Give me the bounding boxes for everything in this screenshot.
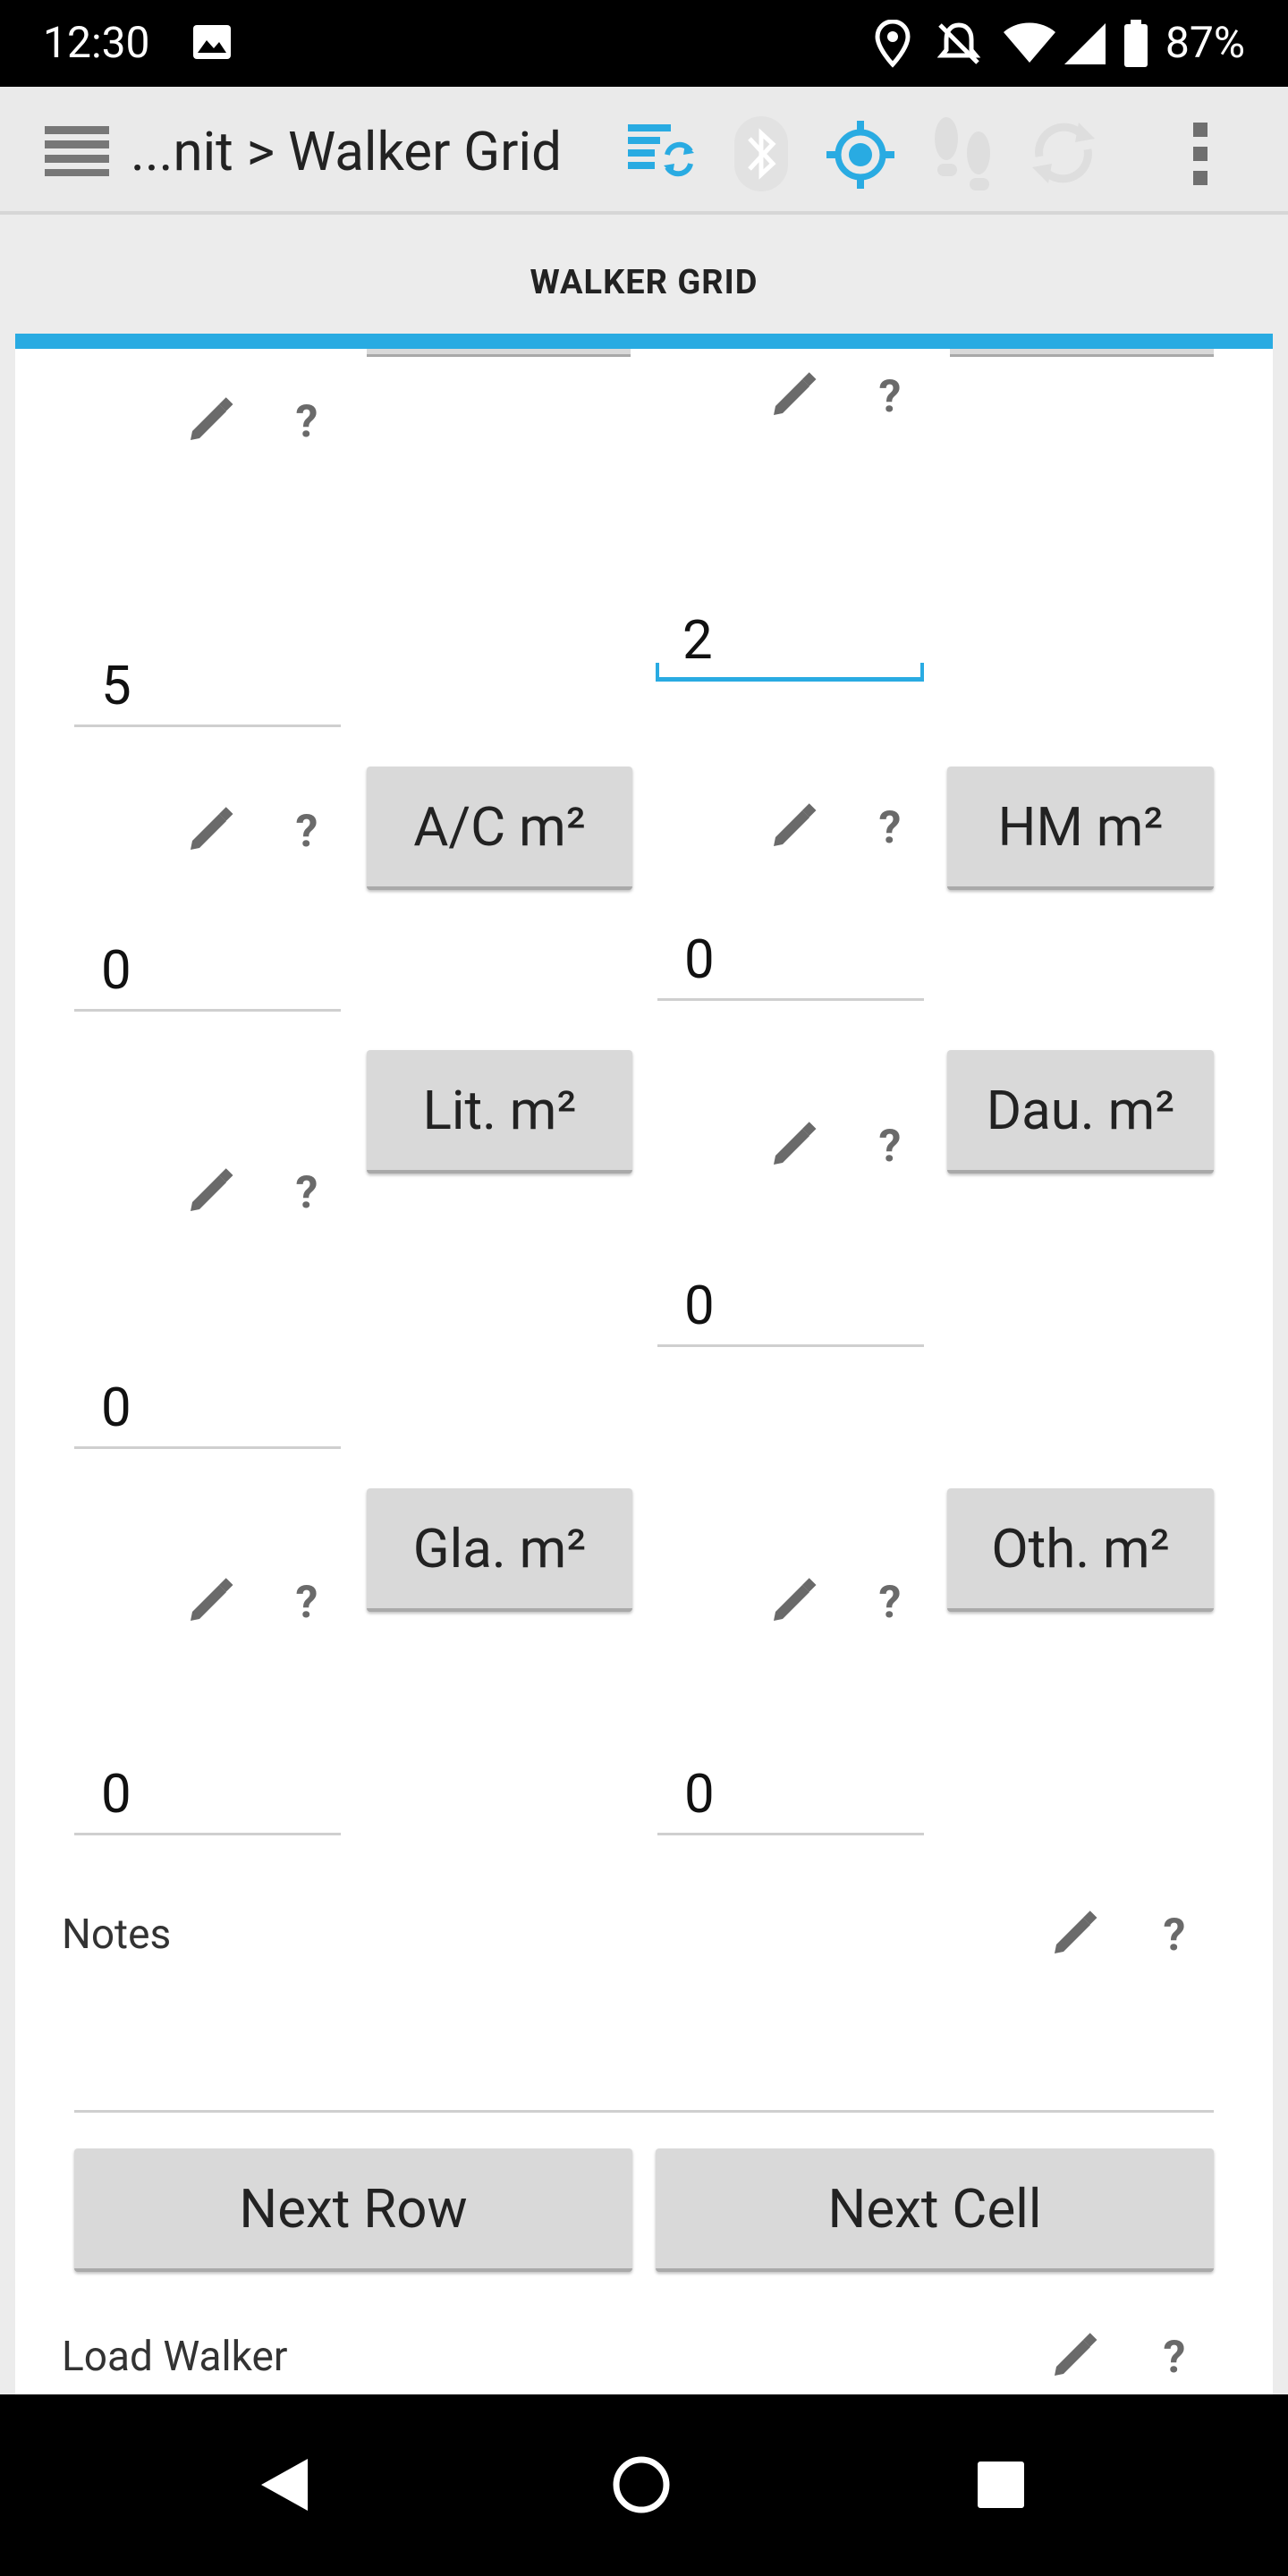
value-field-left-top[interactable]: 5 bbox=[74, 650, 341, 727]
help-icon[interactable]: ? bbox=[1157, 1911, 1192, 1961]
tab-bar: WALKER GRID bbox=[0, 215, 1288, 349]
next-row-button[interactable]: Next Row bbox=[74, 2148, 632, 2272]
edit-pencil-icon[interactable] bbox=[1049, 1909, 1099, 1959]
clipped-button-left bbox=[367, 349, 631, 357]
hm-m2-button[interactable]: HM m² bbox=[947, 767, 1214, 890]
status-time: 12:30 bbox=[43, 17, 150, 68]
edit-pencil-icon[interactable] bbox=[768, 1120, 818, 1170]
notes-field[interactable] bbox=[74, 2041, 1214, 2113]
app-bar: ...nit > Walker Grid bbox=[0, 87, 1288, 215]
home-icon[interactable] bbox=[612, 2455, 671, 2514]
edit-pencil-icon[interactable] bbox=[185, 1576, 235, 1626]
help-icon[interactable]: ? bbox=[289, 807, 325, 857]
refresh-icon[interactable] bbox=[1027, 117, 1100, 189]
edit-pencil-icon[interactable] bbox=[768, 801, 818, 852]
help-icon[interactable]: ? bbox=[289, 397, 325, 447]
help-icon[interactable]: ? bbox=[872, 1122, 908, 1172]
ac-m2-button[interactable]: A/C m² bbox=[367, 767, 632, 890]
help-icon[interactable]: ? bbox=[289, 1168, 325, 1218]
back-icon[interactable] bbox=[259, 2457, 309, 2512]
help-icon[interactable]: ? bbox=[289, 1578, 325, 1628]
location-icon bbox=[875, 20, 911, 68]
next-cell-button[interactable]: Next Cell bbox=[656, 2148, 1214, 2272]
oth-m2-button[interactable]: Oth. m² bbox=[947, 1488, 1214, 1612]
walker-grid-form: ? ? 5 2 ? A/C m² ? HM m² 0 0 Lit. m² Dau… bbox=[15, 349, 1273, 2394]
bluetooth-icon[interactable] bbox=[732, 114, 791, 194]
lit-m2-button[interactable]: Lit. m² bbox=[367, 1050, 632, 1174]
edit-pencil-icon[interactable] bbox=[185, 1166, 235, 1216]
value-field-right-top[interactable]: 2 bbox=[656, 605, 924, 682]
notes-label: Notes bbox=[62, 1911, 172, 1959]
battery-percent: 87% bbox=[1165, 17, 1245, 68]
clipped-button-right bbox=[950, 349, 1214, 357]
wifi-icon bbox=[1004, 22, 1055, 63]
help-icon[interactable]: ? bbox=[1157, 2333, 1192, 2383]
tab-walker-grid[interactable]: WALKER GRID bbox=[0, 263, 1288, 302]
tab-indicator bbox=[15, 334, 1273, 349]
edit-pencil-icon[interactable] bbox=[1049, 2331, 1099, 2381]
edit-pencil-icon[interactable] bbox=[768, 370, 818, 420]
edit-pencil-icon[interactable] bbox=[185, 395, 235, 445]
menu-icon[interactable] bbox=[45, 126, 109, 176]
help-icon[interactable]: ? bbox=[872, 803, 908, 853]
battery-icon bbox=[1124, 20, 1148, 67]
gps-target-icon[interactable] bbox=[825, 119, 896, 191]
edit-pencil-icon[interactable] bbox=[768, 1576, 818, 1626]
oth-value-field[interactable]: 0 bbox=[657, 1758, 924, 1835]
lit-value-field[interactable]: 0 bbox=[74, 1372, 341, 1449]
help-icon[interactable]: ? bbox=[872, 372, 908, 422]
recents-icon[interactable] bbox=[977, 2461, 1025, 2509]
system-nav-bar bbox=[0, 2394, 1288, 2576]
notifications-off-icon bbox=[936, 22, 981, 64]
status-bar: 12:30 87% bbox=[0, 0, 1288, 87]
hm-value-field[interactable]: 0 bbox=[657, 924, 924, 1001]
overflow-menu-icon[interactable] bbox=[1191, 123, 1209, 185]
gla-m2-button[interactable]: Gla. m² bbox=[367, 1488, 632, 1612]
dau-value-field[interactable]: 0 bbox=[657, 1270, 924, 1347]
footsteps-icon[interactable] bbox=[928, 114, 996, 194]
dau-m2-button[interactable]: Dau. m² bbox=[947, 1050, 1214, 1174]
image-notification-icon bbox=[193, 25, 231, 59]
edit-pencil-icon[interactable] bbox=[185, 805, 235, 855]
load-walker-label: Load Walker bbox=[62, 2333, 288, 2381]
sync-data-icon[interactable] bbox=[628, 124, 694, 180]
cell-signal-icon bbox=[1064, 23, 1106, 64]
app-title: ...nit > Walker Grid bbox=[131, 120, 562, 183]
help-icon[interactable]: ? bbox=[872, 1578, 908, 1628]
ac-value-field[interactable]: 0 bbox=[74, 935, 341, 1012]
gla-value-field[interactable]: 0 bbox=[74, 1758, 341, 1835]
